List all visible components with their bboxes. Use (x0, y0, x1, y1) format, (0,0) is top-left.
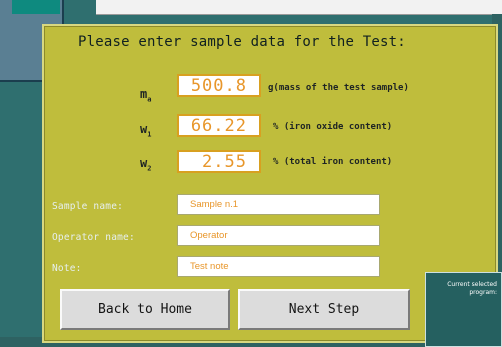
iron-oxide-input[interactable] (177, 114, 261, 137)
background-window-top (96, 0, 502, 15)
note-input[interactable] (177, 256, 380, 277)
mass-symbol-subscript: a (147, 95, 152, 104)
next-step-button[interactable]: Next Step (238, 289, 410, 330)
total-iron-symbol: w2 (140, 156, 151, 172)
current-program-panel: Current selected program: (425, 272, 502, 347)
operator-name-input[interactable] (177, 225, 380, 246)
iron-oxide-symbol: w1 (140, 122, 151, 138)
sample-name-label: Sample name: (52, 201, 124, 212)
operator-name-label: Operator name: (52, 232, 135, 243)
back-to-home-button[interactable]: Back to Home (60, 289, 230, 330)
total-iron-unit-label: % (total iron content) (273, 157, 393, 167)
mass-input[interactable] (177, 74, 261, 97)
panel-title: Please enter sample data for the Test: (78, 34, 406, 50)
background-window-titlebar (12, 0, 60, 14)
total-iron-input[interactable] (177, 150, 261, 173)
iron-oxide-symbol-subscript: 1 (147, 130, 152, 139)
sample-name-input[interactable] (177, 194, 380, 215)
mass-symbol: ma (140, 87, 151, 103)
total-iron-symbol-subscript: 2 (147, 164, 152, 173)
current-program-label: Current selected program: (447, 281, 497, 296)
mass-unit-label: g(mass of the test sample) (268, 83, 409, 93)
iron-oxide-unit-label: % (iron oxide content) (273, 122, 393, 132)
note-label: Note: (52, 263, 82, 274)
